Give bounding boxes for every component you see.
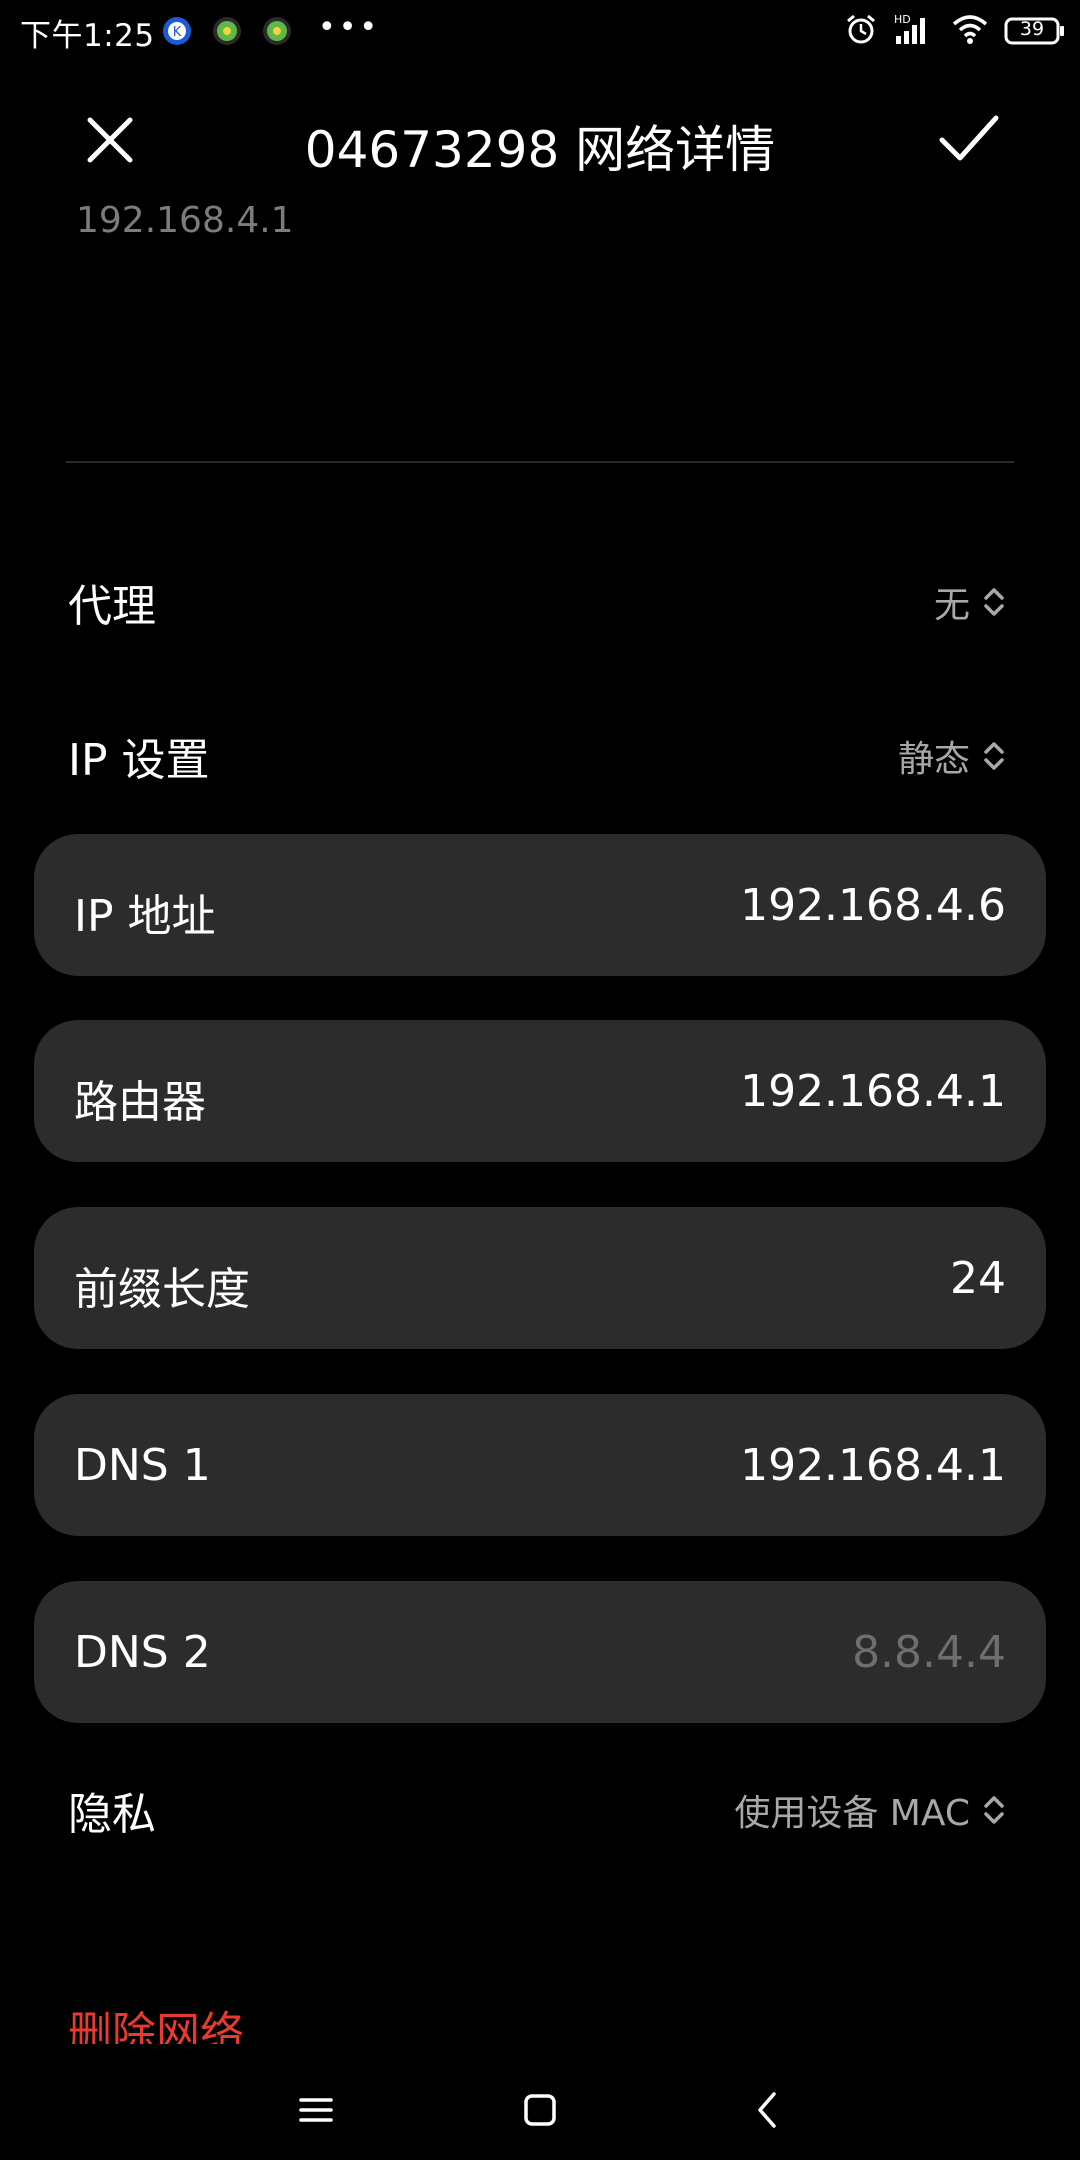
dns2-field[interactable]: DNS 2 8.8.4.4 xyxy=(34,1581,1046,1723)
router-input[interactable]: 192.168.4.1 xyxy=(740,1066,1006,1117)
app-notification-icon: K xyxy=(160,14,194,48)
home-icon xyxy=(524,2094,556,2126)
privacy-label: 隐私 xyxy=(68,1789,156,1840)
privacy-selector[interactable]: 使用设备 MAC xyxy=(734,1784,1008,1836)
dns1-input[interactable]: 192.168.4.1 xyxy=(740,1440,1006,1491)
app-notification-icon xyxy=(260,14,294,48)
privacy-value: 使用设备 MAC xyxy=(734,1793,970,1834)
ip-settings-label: IP 设置 xyxy=(68,735,210,786)
ip-settings-row[interactable]: IP 设置 静态 xyxy=(68,714,1008,794)
dns2-label: DNS 2 xyxy=(74,1627,211,1678)
dns1-field[interactable]: DNS 1 192.168.4.1 xyxy=(34,1394,1046,1536)
privacy-row[interactable]: 隐私 使用设备 MAC xyxy=(68,1768,1008,1848)
divider xyxy=(66,461,1014,463)
menu-button[interactable] xyxy=(286,2080,346,2140)
updown-icon xyxy=(984,742,1004,770)
router-field[interactable]: 路由器 192.168.4.1 xyxy=(34,1020,1046,1162)
menu-icon xyxy=(299,2098,333,2122)
prefix-length-label: 前缀长度 xyxy=(74,1264,250,1315)
back-button[interactable] xyxy=(738,2080,798,2140)
proxy-row[interactable]: 代理 无 xyxy=(68,560,1008,640)
updown-icon xyxy=(984,1796,1004,1824)
back-icon xyxy=(758,2092,776,2128)
check-icon xyxy=(939,115,999,161)
header: 04673298 网络详情 xyxy=(0,100,1080,180)
svg-text:K: K xyxy=(173,25,182,40)
previous-field-value: 192.168.4.1 xyxy=(76,200,294,241)
prefix-length-input[interactable]: 24 xyxy=(950,1253,1006,1304)
battery-icon: 39 xyxy=(1004,16,1066,46)
dns2-input[interactable]: 8.8.4.4 xyxy=(852,1627,1006,1678)
updown-icon xyxy=(984,588,1004,616)
alarm-icon xyxy=(844,12,878,50)
ip-address-field[interactable]: IP 地址 192.168.4.6 xyxy=(34,834,1046,976)
delete-network-button[interactable]: 删除网络 xyxy=(68,2004,244,2044)
more-notifications-icon: ••• xyxy=(318,10,381,45)
system-icons: HD 39 xyxy=(844,12,1066,50)
proxy-value: 无 xyxy=(933,585,970,626)
confirm-button[interactable] xyxy=(938,112,1000,168)
home-button[interactable] xyxy=(510,2080,570,2140)
page-title: 04673298 网络详情 xyxy=(304,121,776,179)
app-notification-icon xyxy=(210,14,244,48)
ip-settings-selector[interactable]: 静态 xyxy=(898,730,1008,782)
prefix-length-field[interactable]: 前缀长度 24 xyxy=(34,1207,1046,1349)
dns1-label: DNS 1 xyxy=(74,1440,211,1491)
svg-text:HD: HD xyxy=(894,13,911,26)
wifi-icon xyxy=(950,12,990,50)
battery-level: 39 xyxy=(1019,18,1045,40)
ip-address-input[interactable]: 192.168.4.6 xyxy=(740,880,1006,931)
ip-address-label: IP 地址 xyxy=(74,891,216,942)
signal-icon: HD xyxy=(892,12,936,50)
router-label: 路由器 xyxy=(74,1077,206,1128)
status-time: 下午1:25 xyxy=(20,18,155,54)
notification-icons: K xyxy=(160,14,294,48)
proxy-label: 代理 xyxy=(68,581,156,632)
navigation-bar xyxy=(0,2070,1080,2160)
ip-settings-value: 静态 xyxy=(897,739,970,780)
proxy-selector[interactable]: 无 xyxy=(934,576,1008,628)
status-bar: 下午1:25 K ••• HD 39 xyxy=(0,0,1080,62)
